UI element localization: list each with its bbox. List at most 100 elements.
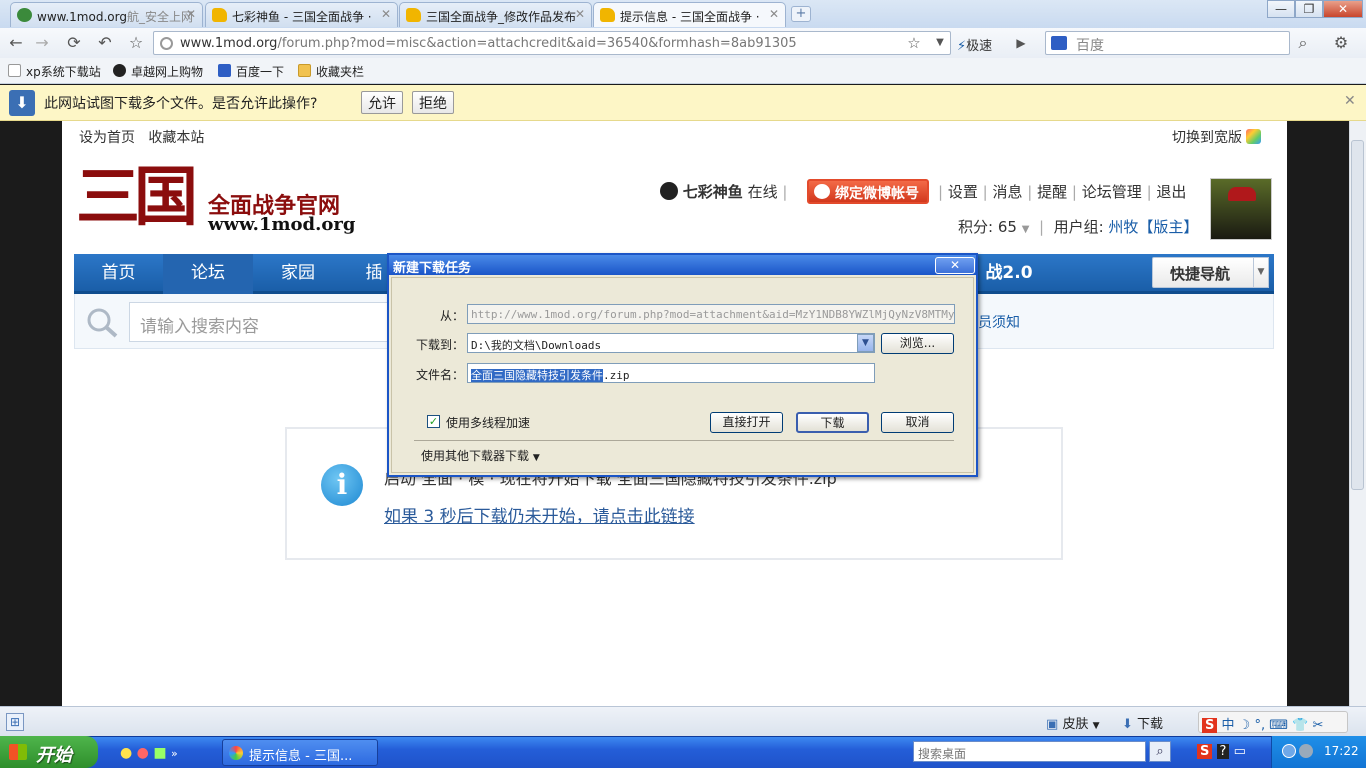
switch-wide-link[interactable]: 切换到宽版	[1172, 127, 1262, 147]
close-icon[interactable]: ✕	[381, 7, 391, 21]
amazon-icon	[113, 64, 126, 77]
skin-icon: ▣	[1046, 717, 1059, 732]
logout-link[interactable]: 退出	[1156, 183, 1186, 201]
bookmark-1-label: xp系统下载站	[26, 65, 101, 79]
sidebar-toggle-icon[interactable]: ⊞	[6, 713, 24, 731]
tab-4-active[interactable]: 提示信息 - 三国全面战争 · ✕	[593, 2, 786, 27]
address-bar[interactable]: www.1mod.org/forum.php?mod=misc&action=a…	[153, 31, 951, 55]
tools-icon[interactable]: ⚙	[1330, 32, 1352, 54]
minimize-button[interactable]: —	[1267, 0, 1295, 18]
browser-search-input[interactable]: 百度	[1045, 31, 1290, 55]
bookmark-2[interactable]: 卓越网上购物	[113, 63, 203, 80]
forum-admin-link[interactable]: 论坛管理	[1082, 183, 1142, 201]
logo-url: www.1mod.org	[208, 214, 356, 235]
set-homepage-link[interactable]: 设为首页	[79, 130, 135, 146]
window-close-button[interactable]: ✕	[1323, 0, 1363, 18]
downloads-button[interactable]: ⬇ 下载	[1122, 713, 1163, 732]
qq-icon	[660, 182, 678, 200]
other-downloader-menu[interactable]: 使用其他下载器下载 ▼	[421, 447, 540, 464]
url-dropdown-icon[interactable]: ▼	[929, 32, 951, 54]
user-group-value[interactable]: 州牧【版主】	[1108, 218, 1198, 236]
navigation-bar: ← → ⟳ ↶ ☆ www.1mod.org/forum.php?mod=mis…	[0, 28, 1366, 58]
forward-icon[interactable]: →	[31, 32, 53, 54]
close-icon[interactable]: ✕	[1344, 93, 1356, 109]
close-icon[interactable]: ✕	[575, 7, 585, 21]
search-icon	[84, 306, 120, 338]
tab-1[interactable]: www.1mod.org航_安全上网 ✕	[10, 2, 203, 27]
nav-space[interactable]: 家园	[253, 254, 343, 294]
bookmark-3[interactable]: 百度一下	[218, 63, 284, 80]
reload-icon[interactable]: ⟳	[63, 32, 85, 54]
windows-logo-icon	[9, 744, 27, 760]
nav-forum[interactable]: 论坛	[163, 254, 253, 294]
download-button[interactable]: 下载	[796, 412, 869, 433]
download-dialog: 新建下载任务 ✕ 从： http://www.1mod.org/forum.ph…	[387, 253, 978, 477]
info-icon: i	[321, 464, 363, 506]
close-icon[interactable]: ✕	[186, 7, 196, 21]
fast-mode-button[interactable]: ⚡极速	[957, 35, 992, 54]
points-value[interactable]: 积分: 65	[958, 218, 1017, 236]
volume-icon[interactable]	[1299, 744, 1313, 758]
start-button[interactable]: 开始	[0, 736, 98, 768]
browse-button[interactable]: 浏览...	[881, 333, 954, 354]
multithread-checkbox[interactable]: ✓	[427, 415, 440, 428]
skin-button[interactable]: ▣ 皮肤 ▼	[1046, 713, 1100, 732]
avatar[interactable]	[1210, 178, 1272, 240]
download-icon: ⬇	[9, 90, 35, 116]
bind-weibo-button[interactable]: 绑定微博帐号	[807, 179, 929, 204]
add-favorite-link[interactable]: 收藏本站	[148, 130, 204, 146]
quick-nav-button[interactable]: 快捷导航	[1152, 257, 1267, 288]
back-icon[interactable]: ←	[5, 32, 27, 54]
desktop-search-input[interactable]: 搜索桌面	[913, 741, 1146, 762]
language-bar[interactable]: S ? ▭	[1197, 744, 1246, 759]
favorite-star-icon[interactable]: ☆	[125, 32, 147, 54]
nav-home[interactable]: 首页	[74, 254, 163, 294]
allow-button[interactable]: 允许	[361, 91, 403, 114]
bookmark-1[interactable]: xp系统下载站	[8, 63, 101, 80]
chevron-icon[interactable]: »	[171, 747, 178, 760]
play-icon[interactable]: ▶	[1010, 32, 1032, 54]
save-to-label: 下载到：	[415, 338, 464, 352]
tab-3[interactable]: 三国全面战争_修改作品发布 ✕	[399, 2, 592, 27]
search-icon[interactable]: ⌕	[1292, 32, 1314, 54]
chevron-down-icon[interactable]: ▼	[1253, 257, 1269, 288]
new-tab-button[interactable]: +	[791, 6, 811, 22]
apps-launch-icon[interactable]: ■	[153, 745, 166, 761]
member-rules-link[interactable]: 员须知	[978, 312, 1020, 332]
deny-button[interactable]: 拒绝	[412, 91, 454, 114]
from-url-field: http://www.1mod.org/forum.php?mod=attach…	[467, 304, 955, 324]
taskbar-item-browser[interactable]: 提示信息 - 三国...	[222, 739, 378, 766]
clock[interactable]: 17:22	[1324, 744, 1359, 758]
undo-icon[interactable]: ↶	[94, 32, 116, 54]
browser-icon	[229, 746, 243, 760]
network-icon[interactable]	[1282, 744, 1296, 758]
messages-link[interactable]: 消息	[992, 183, 1022, 201]
user-group-label: 用户组:	[1053, 218, 1109, 236]
nav-item-right[interactable]: 战2.0	[979, 254, 1039, 294]
close-icon[interactable]: ✕	[769, 7, 779, 21]
site-search-input[interactable]: 请输入搜索内容	[129, 302, 399, 342]
cancel-button[interactable]: 取消	[881, 412, 954, 433]
bookmark-folder[interactable]: 收藏夹栏	[298, 63, 364, 80]
close-icon[interactable]: ✕	[935, 257, 975, 274]
chrome-launch-icon[interactable]: ●	[137, 745, 149, 761]
site-logo[interactable]: 三国 全面战争官网 www.1mod.org	[76, 158, 386, 248]
browser-launch-icon[interactable]: ●	[120, 745, 132, 761]
dialog-title: 新建下载任务	[389, 255, 976, 276]
search-icon[interactable]: ⌕	[1149, 741, 1171, 762]
filename-input[interactable]: 全面三国隐藏特技引发条件.zip	[467, 363, 875, 383]
settings-link[interactable]: 设置	[948, 183, 978, 201]
maximize-button[interactable]: ❐	[1295, 0, 1323, 18]
reminders-link[interactable]: 提醒	[1037, 183, 1067, 201]
bookmark-star-icon[interactable]: ☆	[903, 32, 925, 54]
ime-toolbar[interactable]: S 中 ☽ °, ⌨ 👕 ✂	[1198, 711, 1348, 733]
chevron-down-icon[interactable]: ▼	[857, 334, 874, 352]
username[interactable]: 七彩神鱼	[683, 183, 743, 201]
open-directly-button[interactable]: 直接打开	[710, 412, 783, 433]
scrollbar-thumb[interactable]	[1351, 140, 1364, 490]
chevron-down-icon[interactable]: ▼	[1022, 224, 1030, 235]
caret-down-icon: ▼	[532, 453, 540, 463]
tab-2[interactable]: 七彩神鱼 - 三国全面战争 · ✕	[205, 2, 398, 27]
retry-download-link[interactable]: 如果 3 秒后下载仍未开始，请点击此链接	[384, 502, 695, 527]
save-to-select[interactable]: D:\我的文档\Downloads	[467, 333, 875, 353]
